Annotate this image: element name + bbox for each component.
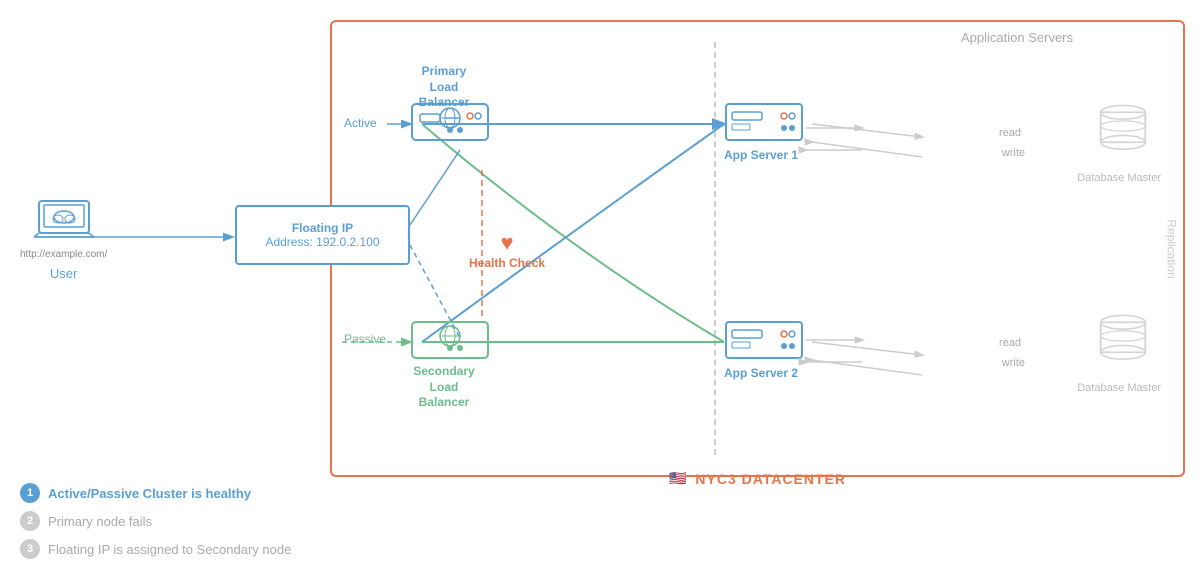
read-label-1: read — [999, 127, 1021, 139]
legend-item-2: 2 Primary node fails — [20, 511, 291, 531]
write-label-2: write — [1002, 357, 1025, 369]
legend-text-3: Floating IP is assigned to Secondary nod… — [48, 542, 291, 557]
legend-item-3: 3 Floating IP is assigned to Secondary n… — [20, 539, 291, 559]
legend-item-1: 1 Active/Passive Cluster is healthy — [20, 483, 291, 503]
datacenter-box: Application Servers Replication — [330, 20, 1185, 477]
db-master-1-label: Database Master — [1077, 172, 1161, 184]
legend-num-3: 3 — [20, 539, 40, 559]
main-container: Application Servers Replication — [0, 0, 1200, 577]
passive-label: Passive — [344, 332, 386, 346]
floating-ip-box: Floating IP Address: 192.0.2.100 — [235, 205, 410, 265]
floating-ip-title: Floating IP — [292, 221, 353, 235]
user-label: User — [50, 266, 77, 281]
legend-num-2: 2 — [20, 511, 40, 531]
write-label-1: write — [1002, 147, 1025, 159]
secondary-lb-label: Secondary Load Balancer — [404, 364, 484, 411]
vertical-divider — [714, 42, 716, 455]
read-label-2: read — [999, 337, 1021, 349]
flag-icon: 🇺🇸 — [669, 470, 687, 487]
app-server-2-label: App Server 2 — [724, 366, 798, 380]
legend-text-2: Primary node fails — [48, 514, 152, 529]
legend: 1 Active/Passive Cluster is healthy 2 Pr… — [20, 483, 291, 559]
secondary-lb-device — [410, 318, 490, 365]
legend-text-1: Active/Passive Cluster is healthy — [48, 486, 251, 501]
user-url: http://example.com/ — [20, 249, 107, 260]
active-label: Active — [344, 116, 377, 130]
user-section: http://example.com/ User — [20, 195, 107, 281]
app-server-1 — [724, 100, 804, 147]
database-master-1 — [1093, 102, 1153, 165]
health-check: ♥ Health Check — [462, 230, 552, 270]
app-server-2 — [724, 318, 804, 365]
db-master-2-label: Database Master — [1077, 382, 1161, 394]
user-icon — [34, 195, 94, 245]
app-server-1-label: App Server 1 — [724, 148, 798, 162]
database-master-2 — [1093, 312, 1153, 375]
replication-label: Replication — [1164, 219, 1178, 278]
app-servers-heading: Application Servers — [961, 30, 1073, 45]
floating-ip-address: Address: 192.0.2.100 — [265, 235, 379, 249]
datacenter-text: NYC3 DATACENTER — [695, 471, 846, 487]
legend-num-1: 1 — [20, 483, 40, 503]
datacenter-label: 🇺🇸 NYC3 DATACENTER — [330, 470, 1185, 487]
primary-lb-device — [410, 100, 490, 147]
